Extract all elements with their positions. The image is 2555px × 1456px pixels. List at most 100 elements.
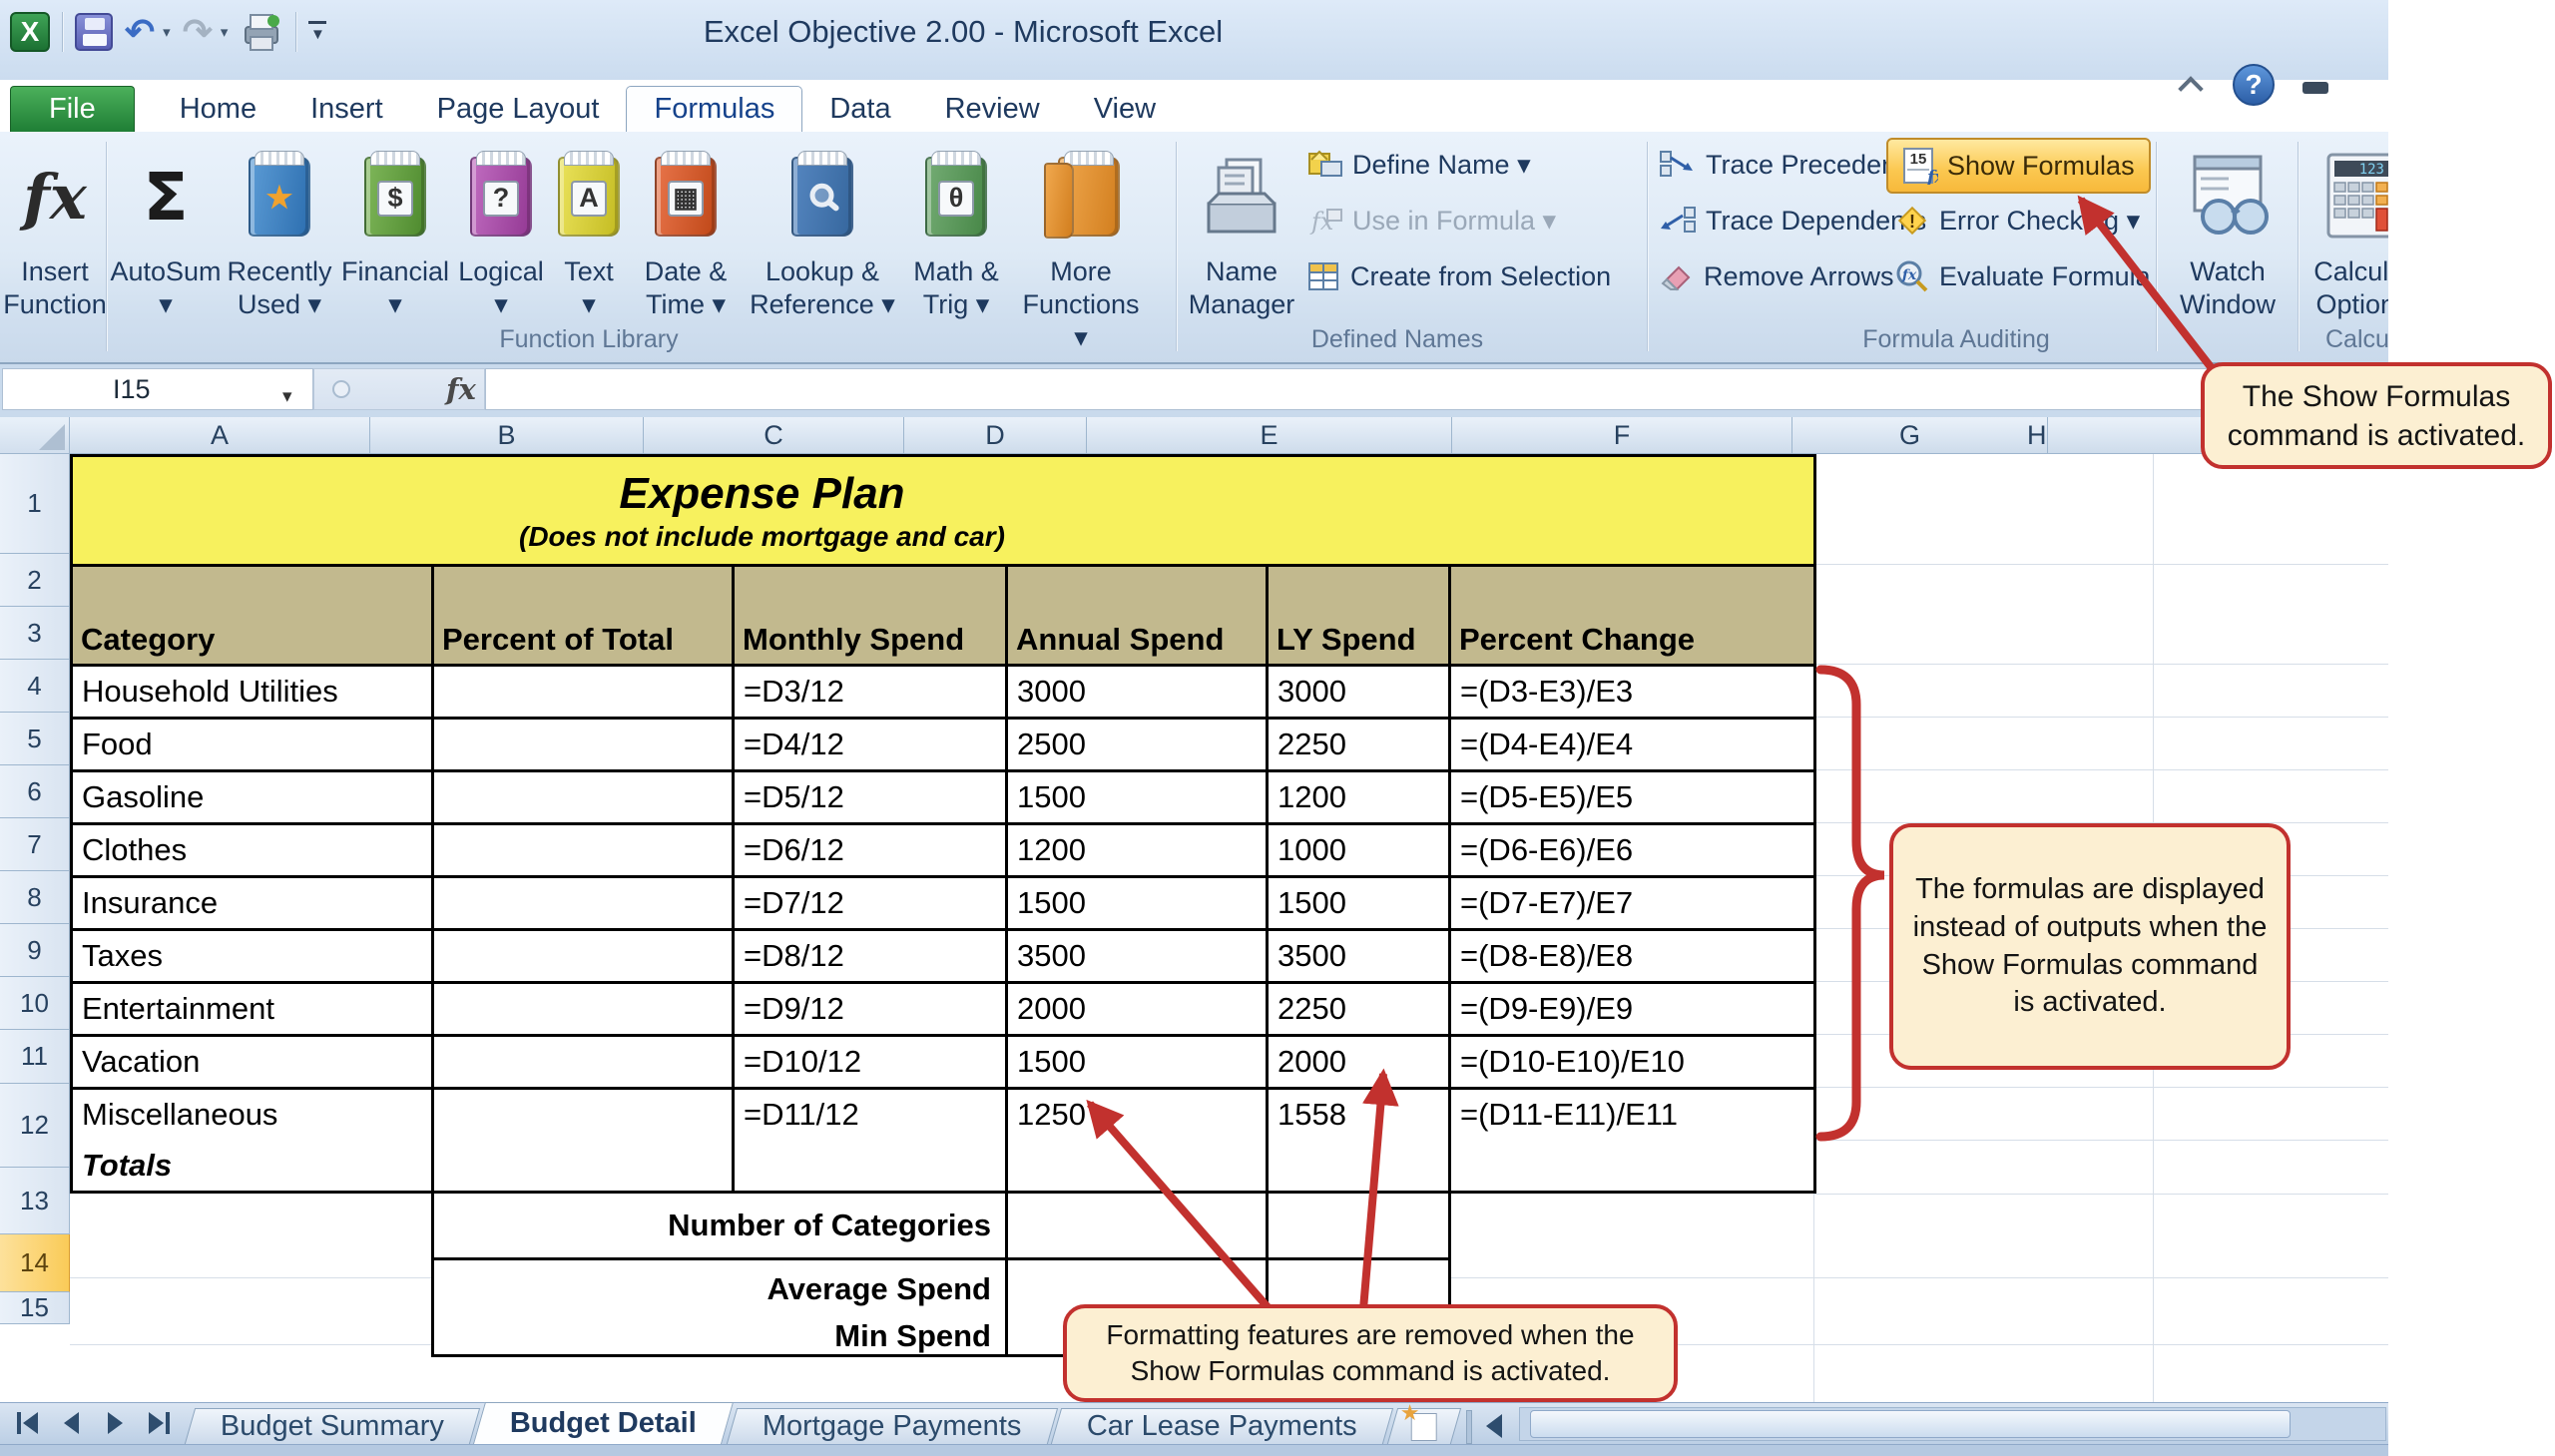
minimize-ribbon-icon[interactable] bbox=[2179, 78, 2205, 92]
cell-category[interactable]: Food bbox=[73, 720, 434, 772]
header-cell[interactable]: Monthly Spend bbox=[735, 567, 1008, 664]
header-cell[interactable]: Annual Spend bbox=[1008, 567, 1269, 664]
formula-input[interactable] bbox=[485, 368, 2386, 410]
minimize-window-button[interactable] bbox=[2302, 82, 2328, 94]
cell-monthly-spend-formula[interactable]: =D3/12 bbox=[735, 667, 1008, 720]
row-header[interactable]: 4 bbox=[0, 660, 70, 713]
cell-percent-of-total[interactable] bbox=[434, 825, 735, 878]
column-header[interactable]: F bbox=[1452, 417, 1792, 453]
ribbon-tab[interactable]: Data bbox=[802, 86, 917, 132]
cell-category[interactable]: Taxes bbox=[73, 931, 434, 984]
cell-percent-change-formula[interactable]: =(D8-E8)/E8 bbox=[1451, 931, 1816, 984]
autosum-button[interactable]: Σ AutoSum ▾ bbox=[110, 138, 221, 321]
cell-monthly-spend-formula[interactable]: =D7/12 bbox=[735, 878, 1008, 931]
row-header[interactable]: 10 bbox=[0, 977, 70, 1030]
cell-ly-spend[interactable]: 1558 bbox=[1269, 1090, 1451, 1143]
cell-ly-spend[interactable]: 1500 bbox=[1269, 878, 1451, 931]
cell-percent-of-total[interactable] bbox=[434, 1090, 735, 1143]
cell-percent-change-formula[interactable]: =(D7-E7)/E7 bbox=[1451, 878, 1816, 931]
row-header[interactable]: 13 bbox=[0, 1168, 70, 1234]
name-box[interactable]: I15 ▾ bbox=[2, 368, 313, 410]
math-trig-button[interactable]: θ Math & Trig ▾ bbox=[904, 138, 1008, 321]
sheet-tab[interactable]: Mortgage Payments bbox=[726, 1408, 1058, 1444]
cell-percent-change-formula[interactable]: =(D11-E11)/E11 bbox=[1451, 1090, 1816, 1143]
row-header[interactable]: 1 bbox=[0, 454, 70, 554]
previous-sheet-button[interactable] bbox=[56, 1410, 86, 1436]
cell-percent-change-formula[interactable]: =(D10-E10)/E10 bbox=[1451, 1037, 1816, 1090]
sheet-tab[interactable]: Budget Summary bbox=[184, 1408, 481, 1444]
cell-ly-spend[interactable]: 3500 bbox=[1269, 931, 1451, 984]
cell-category[interactable]: Miscellaneous bbox=[73, 1090, 434, 1143]
row-header[interactable]: 11 bbox=[0, 1030, 70, 1084]
cell-category[interactable]: Household Utilities bbox=[73, 667, 434, 720]
watch-window-button[interactable]: Watch Window bbox=[2168, 138, 2288, 321]
cell-percent-change-formula[interactable]: =(D6-E6)/E6 bbox=[1451, 825, 1816, 878]
cell-monthly-spend-formula[interactable]: =D8/12 bbox=[735, 931, 1008, 984]
lookup-reference-button[interactable]: Lookup & Reference ▾ bbox=[745, 138, 900, 321]
ribbon-tab[interactable]: Review bbox=[918, 86, 1067, 132]
cell-percent-of-total[interactable] bbox=[434, 878, 735, 931]
row-header[interactable]: 15 bbox=[0, 1292, 70, 1324]
horizontal-scrollbar[interactable] bbox=[1519, 1407, 2386, 1441]
create-from-selection-button[interactable]: Create from Selection bbox=[1307, 251, 1611, 301]
first-sheet-button[interactable] bbox=[12, 1410, 42, 1436]
name-manager-button[interactable]: Name Manager bbox=[1189, 138, 1294, 321]
cell-percent-change-formula[interactable]: =(D5-E5)/E5 bbox=[1451, 772, 1816, 825]
cell-annual-spend[interactable]: 1500 bbox=[1008, 878, 1269, 931]
define-name-button[interactable]: Define Name ▾ bbox=[1307, 140, 1531, 190]
cell-annual-spend[interactable]: 3500 bbox=[1008, 931, 1269, 984]
cell-category[interactable]: Entertainment bbox=[73, 984, 434, 1037]
cell[interactable] bbox=[1269, 1194, 1451, 1260]
cell-percent-of-total[interactable] bbox=[434, 667, 735, 720]
cell[interactable] bbox=[1269, 1140, 1451, 1194]
cell-percent-of-total[interactable] bbox=[434, 931, 735, 984]
date-time-button[interactable]: ▦ Date & Time ▾ bbox=[631, 138, 741, 321]
header-cell[interactable]: Percent of Total bbox=[434, 567, 735, 664]
header-cell[interactable]: Percent Change bbox=[1451, 567, 1816, 664]
cell-ly-spend[interactable]: 2250 bbox=[1269, 720, 1451, 772]
row-header[interactable]: 8 bbox=[0, 871, 70, 924]
cell-ly-spend[interactable]: 2250 bbox=[1269, 984, 1451, 1037]
more-functions-button[interactable]: More Functions ▾ bbox=[1016, 138, 1146, 354]
error-checking-button[interactable]: ! Error Checking ▾ bbox=[1894, 196, 2140, 245]
tab-scrollbar-splitter[interactable] bbox=[1466, 1410, 1473, 1444]
cell-percent-of-total[interactable] bbox=[434, 772, 735, 825]
row-header[interactable]: 3 bbox=[0, 607, 70, 660]
cell-monthly-spend-formula[interactable]: =D10/12 bbox=[735, 1037, 1008, 1090]
row-header[interactable]: 5 bbox=[0, 713, 70, 765]
cell[interactable] bbox=[1451, 1140, 1816, 1194]
cell-summary-label[interactable]: Average Spend bbox=[434, 1260, 1008, 1318]
text-button[interactable]: A Text ▾ bbox=[551, 138, 627, 321]
help-button[interactable]: ? bbox=[2233, 64, 2275, 106]
column-header[interactable]: H bbox=[2027, 417, 2048, 453]
cell-category[interactable]: Insurance bbox=[73, 878, 434, 931]
header-cell[interactable]: Category bbox=[73, 567, 434, 664]
cell-ly-spend[interactable]: 1000 bbox=[1269, 825, 1451, 878]
name-box-dropdown-icon[interactable]: ▾ bbox=[282, 385, 292, 408]
cell-percent-change-formula[interactable]: =(D9-E9)/E9 bbox=[1451, 984, 1816, 1037]
ribbon-tab[interactable]: Formulas bbox=[626, 86, 803, 132]
column-header[interactable]: G bbox=[1792, 417, 2027, 453]
cell-category[interactable]: Clothes bbox=[73, 825, 434, 878]
sheet-tab[interactable]: Budget Detail bbox=[473, 1402, 734, 1444]
scroll-left-icon[interactable] bbox=[1486, 1414, 1503, 1438]
row-header[interactable]: 14 bbox=[0, 1234, 70, 1292]
cell-monthly-spend-formula[interactable]: =D6/12 bbox=[735, 825, 1008, 878]
recently-used-button[interactable]: ★ Recently Used ▾ bbox=[224, 138, 335, 321]
cell-percent-change-formula[interactable]: =(D4-E4)/E4 bbox=[1451, 720, 1816, 772]
cell-percent-of-total[interactable] bbox=[434, 984, 735, 1037]
cell[interactable] bbox=[1008, 1140, 1269, 1194]
cell-summary-label[interactable]: Min Spend bbox=[434, 1318, 1008, 1357]
column-header[interactable]: E bbox=[1087, 417, 1452, 453]
logical-button[interactable]: ? Logical ▾ bbox=[455, 138, 547, 321]
cell-category[interactable]: Vacation bbox=[73, 1037, 434, 1090]
cell-annual-spend[interactable]: 1500 bbox=[1008, 772, 1269, 825]
cell-annual-spend[interactable]: 1500 bbox=[1008, 1037, 1269, 1090]
remove-arrows-button[interactable]: Remove Arrows ▾ bbox=[1659, 251, 1915, 301]
cell[interactable] bbox=[434, 1140, 735, 1194]
use-in-formula-button[interactable]: fx Use in Formula ▾ bbox=[1307, 196, 1556, 245]
row-header[interactable]: 12 bbox=[0, 1084, 70, 1168]
row-header[interactable]: 7 bbox=[0, 818, 70, 871]
cell-percent-of-total[interactable] bbox=[434, 1037, 735, 1090]
insert-function-button[interactable]: fx Insert Function bbox=[3, 138, 107, 321]
